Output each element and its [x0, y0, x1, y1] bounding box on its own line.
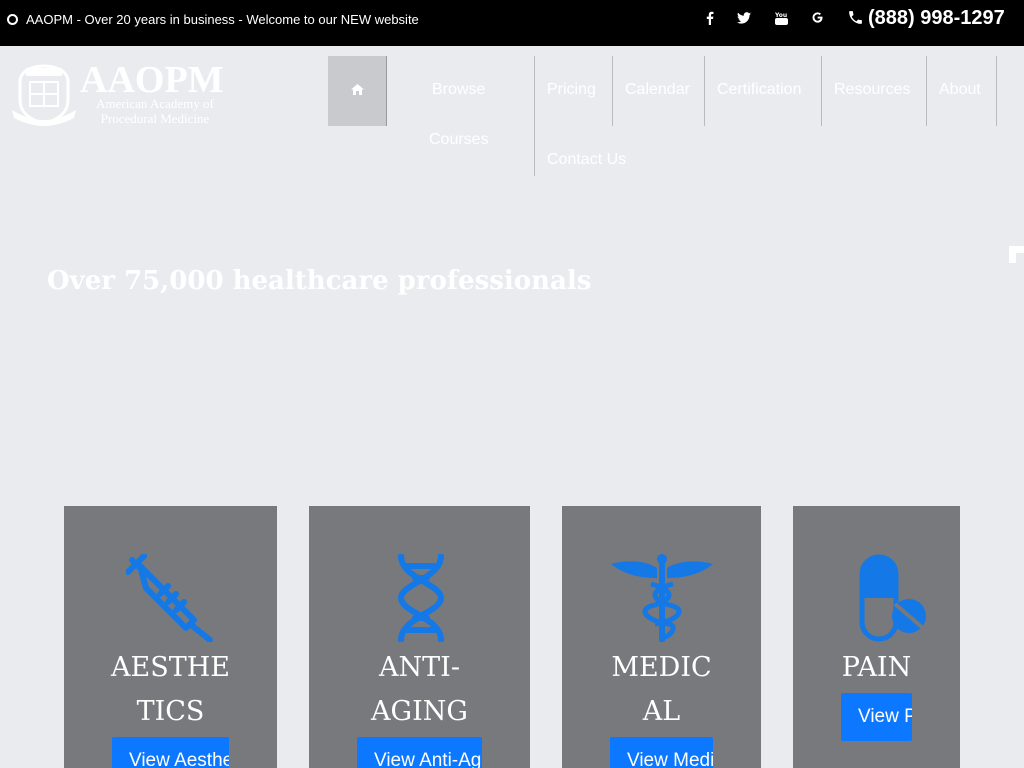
card-title: PAIN	[841, 652, 912, 683]
google-icon[interactable]	[808, 11, 826, 29]
category-card-anti-aging: ANTI- AGING View Anti-Aging	[309, 506, 530, 768]
nav-home-button[interactable]	[328, 56, 387, 126]
site-logo[interactable]: AAOPM American Academy of Procedural Med…	[12, 58, 234, 128]
top-bar: AAOPM - Over 20 years in business - Welc…	[0, 0, 1024, 46]
card-title: ANTI- AGING	[371, 652, 468, 727]
hero-title: Over 75,000 healthcare professionals	[47, 266, 592, 296]
caduceus-icon	[611, 554, 713, 642]
facebook-icon[interactable]	[701, 11, 719, 29]
card-title: MEDIC AL	[611, 652, 712, 727]
logo-tagline: American Academy of Procedural Medicine	[96, 96, 214, 126]
nav-calendar[interactable]: Calendar	[625, 81, 690, 99]
home-icon	[351, 84, 364, 95]
nav-divider	[534, 56, 535, 176]
category-card-pain: PAIN View Pain	[793, 506, 960, 768]
crest-icon	[12, 64, 76, 126]
view-aesthetics-button[interactable]: View Aesthetics	[112, 737, 229, 768]
nav-about[interactable]: About	[939, 81, 981, 99]
dna-icon	[397, 554, 445, 642]
syringe-icon	[126, 554, 213, 642]
side-tab-handle[interactable]	[1009, 246, 1024, 263]
twitter-icon[interactable]	[735, 11, 753, 29]
card-title: AESTHE TICS	[111, 652, 230, 727]
nav-resources[interactable]: Resources	[834, 81, 910, 99]
nav-pricing[interactable]: Pricing	[547, 81, 596, 99]
nav-divider	[926, 56, 927, 126]
nav-certification[interactable]: Certification	[717, 81, 801, 99]
category-card-medical: MEDIC AL View Medical	[562, 506, 761, 768]
phone-number[interactable]: (888) 998-1297	[847, 7, 1005, 30]
nav-divider	[612, 56, 613, 126]
view-pain-button[interactable]: View Pain	[841, 693, 912, 741]
youtube-icon[interactable]: You	[772, 11, 790, 29]
phone-icon	[849, 11, 862, 24]
nav-browse-courses-line2[interactable]: Courses	[429, 131, 489, 149]
nav-divider	[996, 56, 997, 126]
nav-divider	[704, 56, 705, 126]
pill-icon	[859, 554, 926, 642]
nav-browse-courses[interactable]: Browse	[432, 81, 485, 99]
view-medical-button[interactable]: View Medical	[610, 737, 713, 768]
view-anti-aging-button[interactable]: View Anti-Aging	[357, 737, 482, 768]
welcome-message: AAOPM - Over 20 years in business - Welc…	[26, 12, 419, 27]
nav-contact-us[interactable]: Contact Us	[547, 151, 626, 169]
category-card-aesthetics: AESTHE TICS View Aesthetics	[64, 506, 277, 768]
nav-divider	[821, 56, 822, 126]
svg-text:You: You	[775, 12, 787, 19]
circle-icon	[7, 14, 18, 25]
